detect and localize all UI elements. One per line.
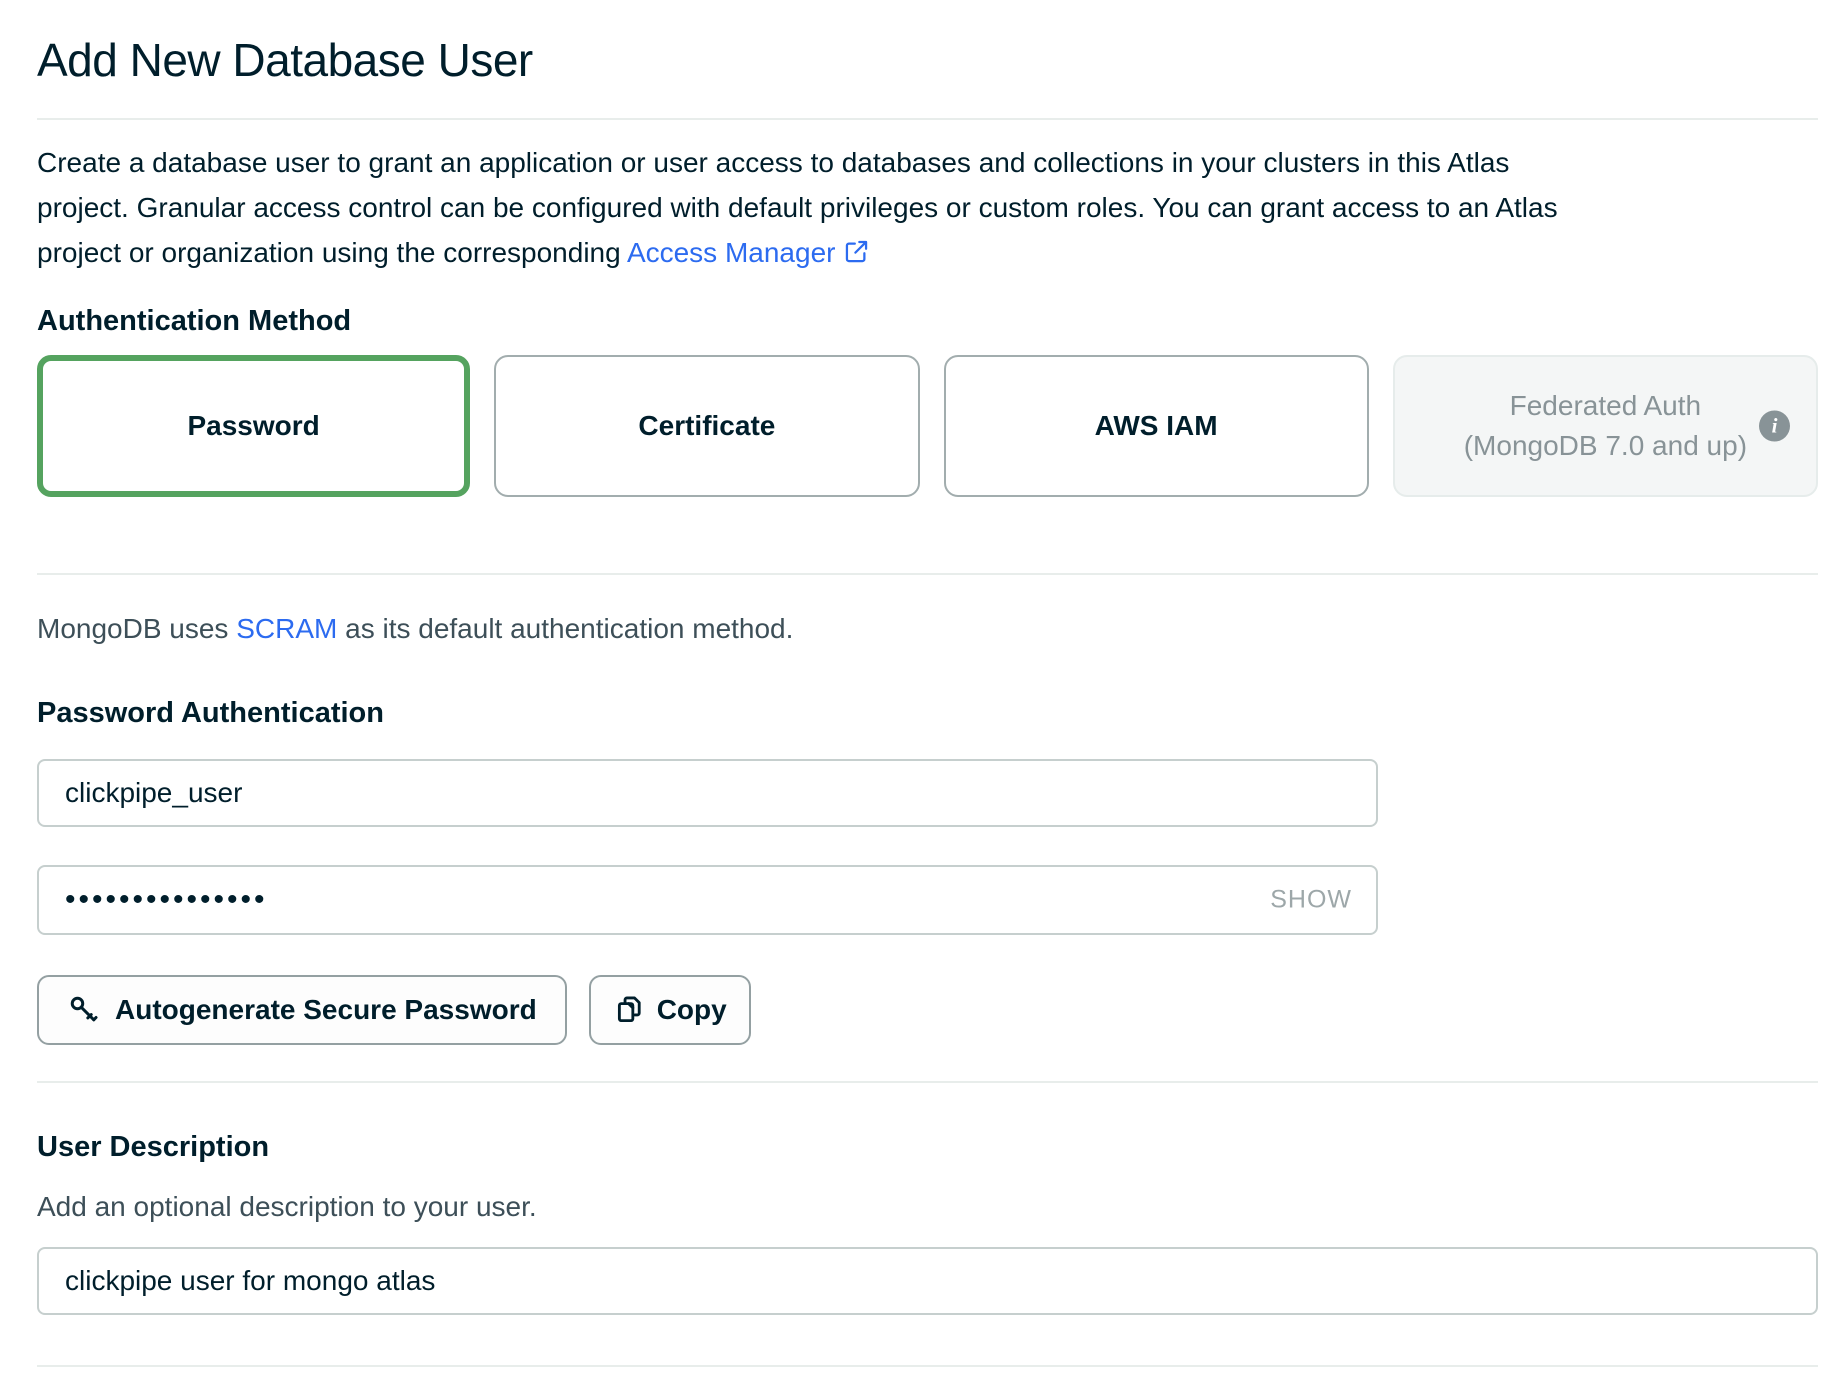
auth-card-certificate-label: Certificate xyxy=(638,410,775,442)
divider xyxy=(37,1081,1818,1083)
auth-card-certificate[interactable]: Certificate xyxy=(494,355,919,497)
scram-note-before: MongoDB uses xyxy=(37,613,236,644)
key-icon xyxy=(67,993,101,1027)
access-manager-link[interactable]: Access Manager xyxy=(627,237,871,268)
divider xyxy=(37,118,1818,120)
intro-line-2: project. Granular access control can be … xyxy=(37,185,1818,230)
password-buttons-row: Autogenerate Secure Password Copy xyxy=(37,975,1818,1045)
intro-paragraph: Create a database user to grant an appli… xyxy=(37,140,1818,275)
copy-button-label: Copy xyxy=(657,994,727,1026)
external-link-icon xyxy=(843,238,870,265)
federated-auth-line-1: Federated Auth xyxy=(1464,386,1747,426)
divider xyxy=(37,1365,1818,1367)
auth-card-password[interactable]: Password xyxy=(37,355,470,497)
intro-line-3-text: project or organization using the corres… xyxy=(37,237,627,268)
intro-line-1: Create a database user to grant an appli… xyxy=(37,140,1818,185)
auth-method-cards: Password Certificate AWS IAM Federated A… xyxy=(37,355,1818,497)
autogenerate-password-button[interactable]: Autogenerate Secure Password xyxy=(37,975,567,1045)
auth-card-federated-auth[interactable]: Federated Auth (MongoDB 7.0 and up) i xyxy=(1393,355,1818,497)
authentication-method-heading: Authentication Method xyxy=(37,301,1818,341)
user-description-heading: User Description xyxy=(37,1127,1818,1167)
show-password-toggle[interactable]: SHOW xyxy=(1270,886,1352,915)
password-row: SHOW xyxy=(37,865,1378,935)
copy-password-button[interactable]: Copy xyxy=(589,975,751,1045)
info-icon[interactable]: i xyxy=(1759,411,1790,442)
scram-link[interactable]: SCRAM xyxy=(236,613,337,644)
auth-card-aws-iam[interactable]: AWS IAM xyxy=(944,355,1369,497)
scram-note: MongoDB uses SCRAM as its default authen… xyxy=(37,609,1818,649)
user-description-subtext: Add an optional description to your user… xyxy=(37,1189,1818,1225)
auth-card-federated-auth-label: Federated Auth (MongoDB 7.0 and up) xyxy=(1464,386,1747,466)
copy-icon xyxy=(613,993,647,1027)
access-manager-link-label: Access Manager xyxy=(627,237,836,268)
autogenerate-password-label: Autogenerate Secure Password xyxy=(115,994,537,1026)
divider xyxy=(37,573,1818,575)
intro-line-3: project or organization using the corres… xyxy=(37,230,1818,275)
federated-auth-line-2: (MongoDB 7.0 and up) xyxy=(1464,426,1747,466)
add-database-user-page: Add New Database User Create a database … xyxy=(0,34,1846,1367)
auth-card-aws-iam-label: AWS IAM xyxy=(1095,410,1218,442)
username-input[interactable] xyxy=(37,759,1378,827)
page-title: Add New Database User xyxy=(37,34,1818,86)
password-authentication-heading: Password Authentication xyxy=(37,693,1818,733)
password-input[interactable] xyxy=(37,865,1378,935)
description-input[interactable] xyxy=(37,1247,1818,1315)
scram-note-after: as its default authentication method. xyxy=(337,613,793,644)
auth-card-password-label: Password xyxy=(187,410,319,442)
